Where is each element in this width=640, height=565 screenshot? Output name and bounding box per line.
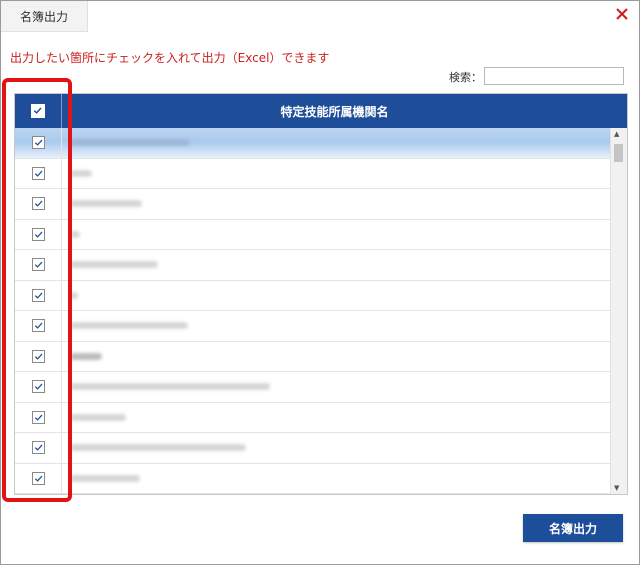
table-row[interactable]: [15, 433, 610, 464]
close-icon[interactable]: [613, 5, 631, 23]
table-row[interactable]: [15, 341, 610, 372]
row-checkbox[interactable]: [31, 166, 45, 180]
column-header-org-name[interactable]: 特定技能所属機関名: [62, 94, 627, 128]
row-checkbox[interactable]: [31, 197, 45, 211]
row-name-redacted: [62, 159, 610, 189]
row-name-redacted: [62, 311, 610, 341]
row-name-redacted: [62, 128, 610, 158]
row-checkbox[interactable]: [31, 319, 45, 333]
row-name-redacted: [62, 281, 610, 311]
table-row[interactable]: [15, 311, 610, 342]
search-input[interactable]: [484, 67, 624, 85]
table-body: [15, 128, 610, 494]
row-checkbox[interactable]: [31, 441, 45, 455]
table-header: 特定技能所属機関名: [15, 94, 627, 128]
row-checkbox[interactable]: [31, 258, 45, 272]
vertical-scrollbar[interactable]: ▲ ▼: [610, 128, 627, 494]
table-row[interactable]: [15, 280, 610, 311]
table-row[interactable]: [15, 372, 610, 403]
row-checkbox[interactable]: [31, 227, 45, 241]
row-checkbox[interactable]: [31, 136, 45, 150]
search-label: 検索：: [449, 71, 482, 84]
export-dialog: 名簿出力 出力したい箇所にチェックを入れて出力（Excel）できます 検索： 特…: [0, 0, 640, 565]
row-name-redacted: [62, 464, 610, 494]
dialog-tab-label: 名簿出力: [19, 9, 68, 24]
dialog-tab[interactable]: 名簿出力: [1, 1, 88, 32]
table-row[interactable]: [15, 189, 610, 220]
table-row[interactable]: [15, 219, 610, 250]
row-checkbox[interactable]: [31, 410, 45, 424]
scroll-down-icon[interactable]: ▼: [614, 484, 619, 492]
scrollbar-thumb[interactable]: [614, 144, 623, 162]
scroll-up-icon[interactable]: ▲: [614, 130, 619, 138]
table-row[interactable]: [15, 128, 610, 159]
row-name-redacted: [62, 342, 610, 372]
table-row[interactable]: [15, 402, 610, 433]
row-name-redacted: [62, 250, 610, 280]
table-row[interactable]: [15, 250, 610, 281]
row-checkbox[interactable]: [31, 380, 45, 394]
row-name-redacted: [62, 189, 610, 219]
row-name-redacted: [62, 403, 610, 433]
table-row[interactable]: [15, 158, 610, 189]
select-all-checkbox[interactable]: [31, 104, 45, 118]
row-checkbox[interactable]: [31, 349, 45, 363]
row-name-redacted: [62, 372, 610, 402]
row-checkbox[interactable]: [31, 288, 45, 302]
select-all-cell: [15, 94, 62, 128]
table-row[interactable]: [15, 463, 610, 494]
instruction-text: 出力したい箇所にチェックを入れて出力（Excel）できます: [10, 51, 330, 65]
row-name-redacted: [62, 220, 610, 250]
row-checkbox[interactable]: [31, 471, 45, 485]
export-button[interactable]: 名簿出力: [523, 514, 623, 542]
organization-table: 特定技能所属機関名 ▲ ▼: [14, 93, 628, 495]
row-name-redacted: [62, 433, 610, 463]
